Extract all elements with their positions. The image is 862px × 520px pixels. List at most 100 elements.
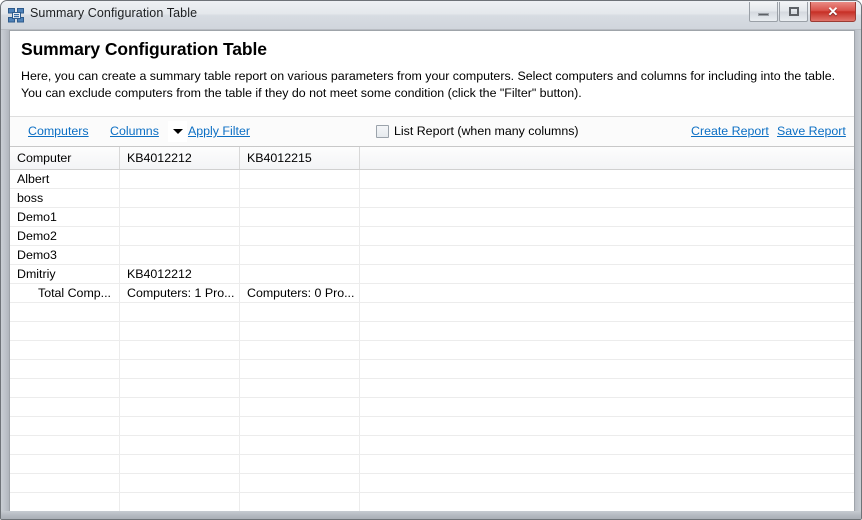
table-cell[interactable]: Total Comp... [10, 284, 120, 302]
table-cell[interactable] [120, 208, 240, 226]
table-cell[interactable] [240, 341, 360, 359]
table-cell[interactable]: Demo2 [10, 227, 120, 245]
table-cell[interactable]: Demo1 [10, 208, 120, 226]
table-cell[interactable] [120, 398, 240, 416]
table-row[interactable]: Demo1 [10, 208, 854, 227]
table-cell[interactable] [120, 379, 240, 397]
table-cell[interactable] [360, 379, 854, 397]
table-column-header[interactable]: KB4012212 [120, 147, 240, 169]
table-empty-row[interactable] [10, 436, 854, 455]
table-empty-row[interactable] [10, 322, 854, 341]
table-row[interactable]: boss [10, 189, 854, 208]
table-cell[interactable] [360, 227, 854, 245]
table-cell[interactable] [360, 360, 854, 378]
table-column-header[interactable]: Computer [10, 147, 120, 169]
table-cell[interactable] [120, 417, 240, 435]
table-cell[interactable] [240, 474, 360, 492]
table-cell[interactable] [240, 436, 360, 454]
table-cell[interactable] [120, 455, 240, 473]
table-cell[interactable] [240, 189, 360, 207]
table-cell[interactable] [360, 189, 854, 207]
table-cell[interactable] [360, 322, 854, 340]
table-cell[interactable] [120, 227, 240, 245]
table-column-header[interactable]: KB4012215 [240, 147, 360, 169]
table-cell[interactable] [10, 398, 120, 416]
table-cell[interactable]: Dmitriy [10, 265, 120, 283]
table-row[interactable]: Albert [10, 170, 854, 189]
table-total-row[interactable]: Total Comp... Computers: 1 Pro... Computer… [10, 284, 854, 303]
list-report-checkbox[interactable] [376, 124, 389, 138]
columns-dropdown-button[interactable] [168, 121, 187, 142]
list-report-checkbox-group[interactable]: List Report (when many columns) [376, 124, 579, 138]
table-cell[interactable] [10, 436, 120, 454]
table-cell[interactable] [120, 303, 240, 321]
close-button[interactable]: ✕ [810, 2, 856, 22]
table-cell[interactable]: Albert [10, 170, 120, 188]
table-cell[interactable] [10, 379, 120, 397]
table-cell[interactable] [120, 322, 240, 340]
table-cell[interactable]: Computers: 1 Pro... [120, 284, 240, 302]
table-cell[interactable] [240, 417, 360, 435]
table-cell[interactable]: boss [10, 189, 120, 207]
table-cell[interactable] [120, 189, 240, 207]
table-cell[interactable] [360, 417, 854, 435]
table-cell[interactable]: KB4012212 [120, 265, 240, 283]
table-cell[interactable] [240, 360, 360, 378]
table-cell[interactable] [360, 170, 854, 188]
table-cell[interactable]: Computers: 0 Pro... [240, 284, 360, 302]
table-cell[interactable] [10, 417, 120, 435]
table-cell[interactable] [10, 474, 120, 492]
computers-link[interactable]: Computers [28, 124, 89, 138]
table-row[interactable]: Demo2 [10, 227, 854, 246]
table-cell[interactable] [10, 455, 120, 473]
apply-filter-link[interactable]: Apply Filter [188, 124, 250, 138]
table-cell[interactable] [240, 227, 360, 245]
table-cell[interactable] [10, 322, 120, 340]
title-bar[interactable]: Summary Configuration Table ✕ [1, 1, 861, 30]
table-cell[interactable] [240, 246, 360, 264]
table-cell[interactable] [240, 265, 360, 283]
table-cell[interactable] [240, 170, 360, 188]
table-column-header[interactable] [360, 147, 854, 169]
table-empty-row[interactable] [10, 303, 854, 322]
table-cell[interactable] [240, 455, 360, 473]
table-empty-row[interactable] [10, 398, 854, 417]
table-empty-row[interactable] [10, 474, 854, 493]
table-cell[interactable] [120, 341, 240, 359]
table-cell[interactable] [10, 303, 120, 321]
table-cell[interactable] [120, 436, 240, 454]
table-cell[interactable] [240, 398, 360, 416]
columns-link[interactable]: Columns [110, 124, 159, 138]
summary-table[interactable]: Computer KB4012212 KB4012215 Albert boss Dem… [10, 147, 854, 512]
create-report-link[interactable]: Create Report [691, 124, 769, 138]
table-cell[interactable] [360, 246, 854, 264]
minimize-button[interactable] [749, 2, 778, 22]
table-cell[interactable] [360, 284, 854, 302]
table-row[interactable]: Demo3 [10, 246, 854, 265]
table-cell[interactable] [10, 341, 120, 359]
restore-button[interactable] [779, 2, 808, 22]
table-cell[interactable] [120, 246, 240, 264]
table-empty-row[interactable] [10, 493, 854, 512]
table-cell[interactable] [360, 493, 854, 511]
table-cell[interactable] [10, 360, 120, 378]
table-empty-row[interactable] [10, 455, 854, 474]
table-cell[interactable] [360, 398, 854, 416]
save-report-link[interactable]: Save Report [777, 124, 846, 138]
table-cell[interactable]: Demo3 [10, 246, 120, 264]
table-cell[interactable] [360, 436, 854, 454]
table-row[interactable]: Dmitriy KB4012212 [10, 265, 854, 284]
table-empty-row[interactable] [10, 379, 854, 398]
table-cell[interactable] [360, 303, 854, 321]
table-cell[interactable] [240, 303, 360, 321]
table-empty-row[interactable] [10, 360, 854, 379]
table-cell[interactable] [360, 265, 854, 283]
table-cell[interactable] [360, 341, 854, 359]
table-empty-row[interactable] [10, 341, 854, 360]
table-cell[interactable] [240, 379, 360, 397]
table-cell[interactable] [240, 322, 360, 340]
table-cell[interactable] [120, 493, 240, 511]
table-cell[interactable] [240, 208, 360, 226]
table-cell[interactable] [360, 474, 854, 492]
table-cell[interactable] [240, 493, 360, 511]
